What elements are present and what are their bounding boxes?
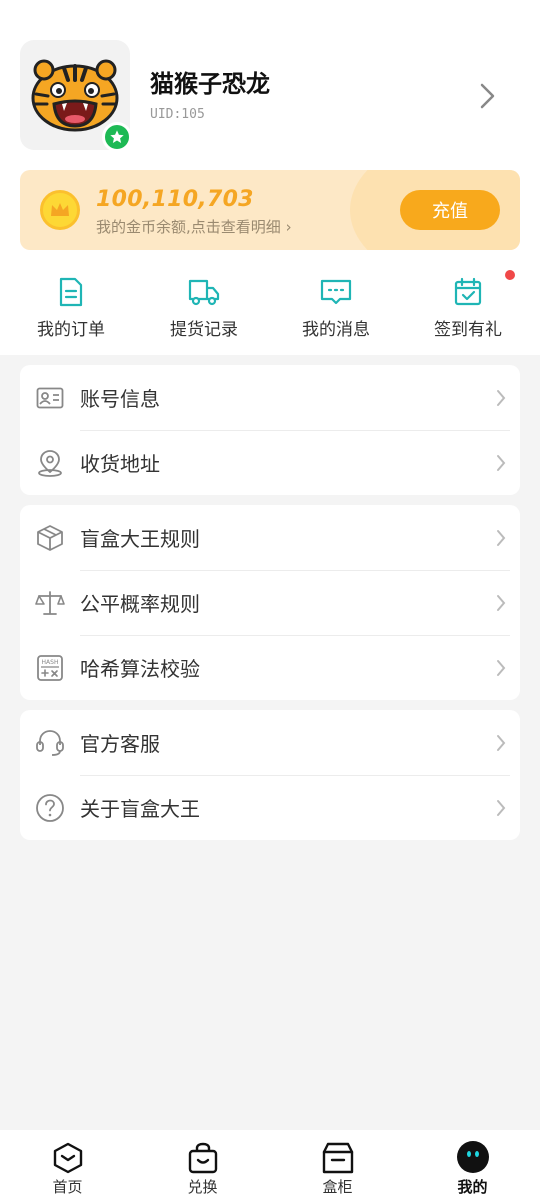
quick-action-label: 我的消息: [302, 320, 370, 340]
hash-calculator-icon: HASH: [37, 654, 63, 681]
tab-label: 盒柜: [322, 1178, 353, 1196]
calendar-check-icon: [454, 277, 482, 306]
menu-item-blindbox-rules[interactable]: 盲盒大王规则: [20, 505, 520, 570]
menu-label: 哈希算法校验: [80, 657, 200, 681]
coin-crown-icon: [40, 190, 80, 230]
tiger-avatar-icon: [31, 59, 119, 132]
menu-label: 盲盒大王规则: [80, 527, 200, 551]
quick-action-label: 提货记录: [170, 320, 238, 340]
menu-label: 官方客服: [80, 732, 160, 756]
chevron-right-icon: [497, 660, 506, 676]
menu-label: 公平概率规则: [80, 592, 200, 616]
verified-star-icon: [102, 122, 132, 152]
notification-dot: [505, 270, 515, 280]
chevron-right-icon: [497, 530, 506, 546]
menu-item-probability-rules[interactable]: 公平概率规则: [20, 570, 520, 635]
wallet-hint-arrow: ›: [285, 218, 292, 236]
quick-action-checkin[interactable]: 签到有礼: [402, 275, 534, 340]
location-pin-icon: [38, 449, 62, 477]
menu-label: 收货地址: [80, 452, 160, 476]
menu-label: 关于盲盒大王: [80, 797, 200, 821]
menu-group-rules: 盲盒大王规则 公平概率规则 HASH 哈希算法校验: [20, 505, 520, 700]
coin-wallet-card[interactable]: 100,110,703 我的金币余额,点击查看明细 › 充值: [20, 170, 520, 250]
menu-group-support: 官方客服 关于盲盒大王: [20, 710, 520, 840]
tab-cabinet[interactable]: 盒柜: [270, 1130, 405, 1200]
user-id: UID:105: [150, 107, 205, 122]
id-card-icon: [36, 387, 64, 408]
tab-label: 首页: [52, 1178, 83, 1196]
chevron-right-icon: [497, 800, 506, 816]
wallet-hint[interactable]: 我的金币余额,点击查看明细 ›: [96, 216, 292, 237]
scale-icon: [35, 590, 65, 615]
home-box-icon: [53, 1142, 82, 1174]
menu-item-about[interactable]: 关于盲盒大王: [20, 775, 520, 840]
tab-home[interactable]: 首页: [0, 1130, 135, 1200]
question-icon: [36, 793, 64, 822]
menu-group-account: 账号信息 收货地址: [20, 365, 520, 495]
quick-action-pickups[interactable]: 提货记录: [138, 275, 270, 340]
wallet-hint-text: 我的金币余额,点击查看明细: [96, 218, 281, 236]
tab-label: 我的: [457, 1178, 488, 1196]
cabinet-icon: [322, 1142, 353, 1174]
menu-item-customer-service[interactable]: 官方客服: [20, 710, 520, 775]
chevron-right-icon: [497, 735, 506, 751]
quick-action-label: 我的订单: [37, 320, 105, 340]
quick-action-label: 签到有礼: [434, 320, 502, 340]
chevron-right-icon: [497, 455, 506, 471]
menu-label: 账号信息: [80, 387, 160, 411]
nickname: 猫猴子恐龙: [150, 69, 270, 98]
headset-icon: [36, 729, 64, 756]
truck-icon: [188, 279, 220, 306]
recharge-button[interactable]: 充值: [400, 190, 500, 230]
tab-label: 兑换: [187, 1178, 218, 1196]
menu-item-account-info[interactable]: 账号信息: [20, 365, 520, 430]
profile-face-icon: [456, 1141, 489, 1173]
menu-item-shipping-address[interactable]: 收货地址: [20, 430, 520, 495]
chevron-right-icon: [497, 595, 506, 611]
chevron-right-icon[interactable]: [476, 82, 498, 110]
profile-header: 猫猴子恐龙 UID:105 100,110,703 我的金币余额,点击查看明细 …: [0, 0, 540, 355]
coin-balance: 100,110,703: [96, 187, 254, 212]
tab-exchange[interactable]: 兑换: [135, 1130, 270, 1200]
bottom-tab-bar: 首页 兑换 盒柜 我的: [0, 1130, 540, 1200]
menu-item-hash-verify[interactable]: HASH 哈希算法校验: [20, 635, 520, 700]
quick-action-orders[interactable]: 我的订单: [5, 275, 137, 340]
quick-action-messages[interactable]: 我的消息: [270, 275, 402, 340]
tab-mine[interactable]: 我的: [405, 1130, 540, 1200]
chevron-right-icon: [497, 390, 506, 406]
shopping-bag-icon: [188, 1142, 217, 1174]
message-icon: [320, 279, 352, 305]
svg-text:HASH: HASH: [42, 659, 59, 666]
document-icon: [59, 277, 83, 307]
box-icon: [37, 524, 63, 551]
